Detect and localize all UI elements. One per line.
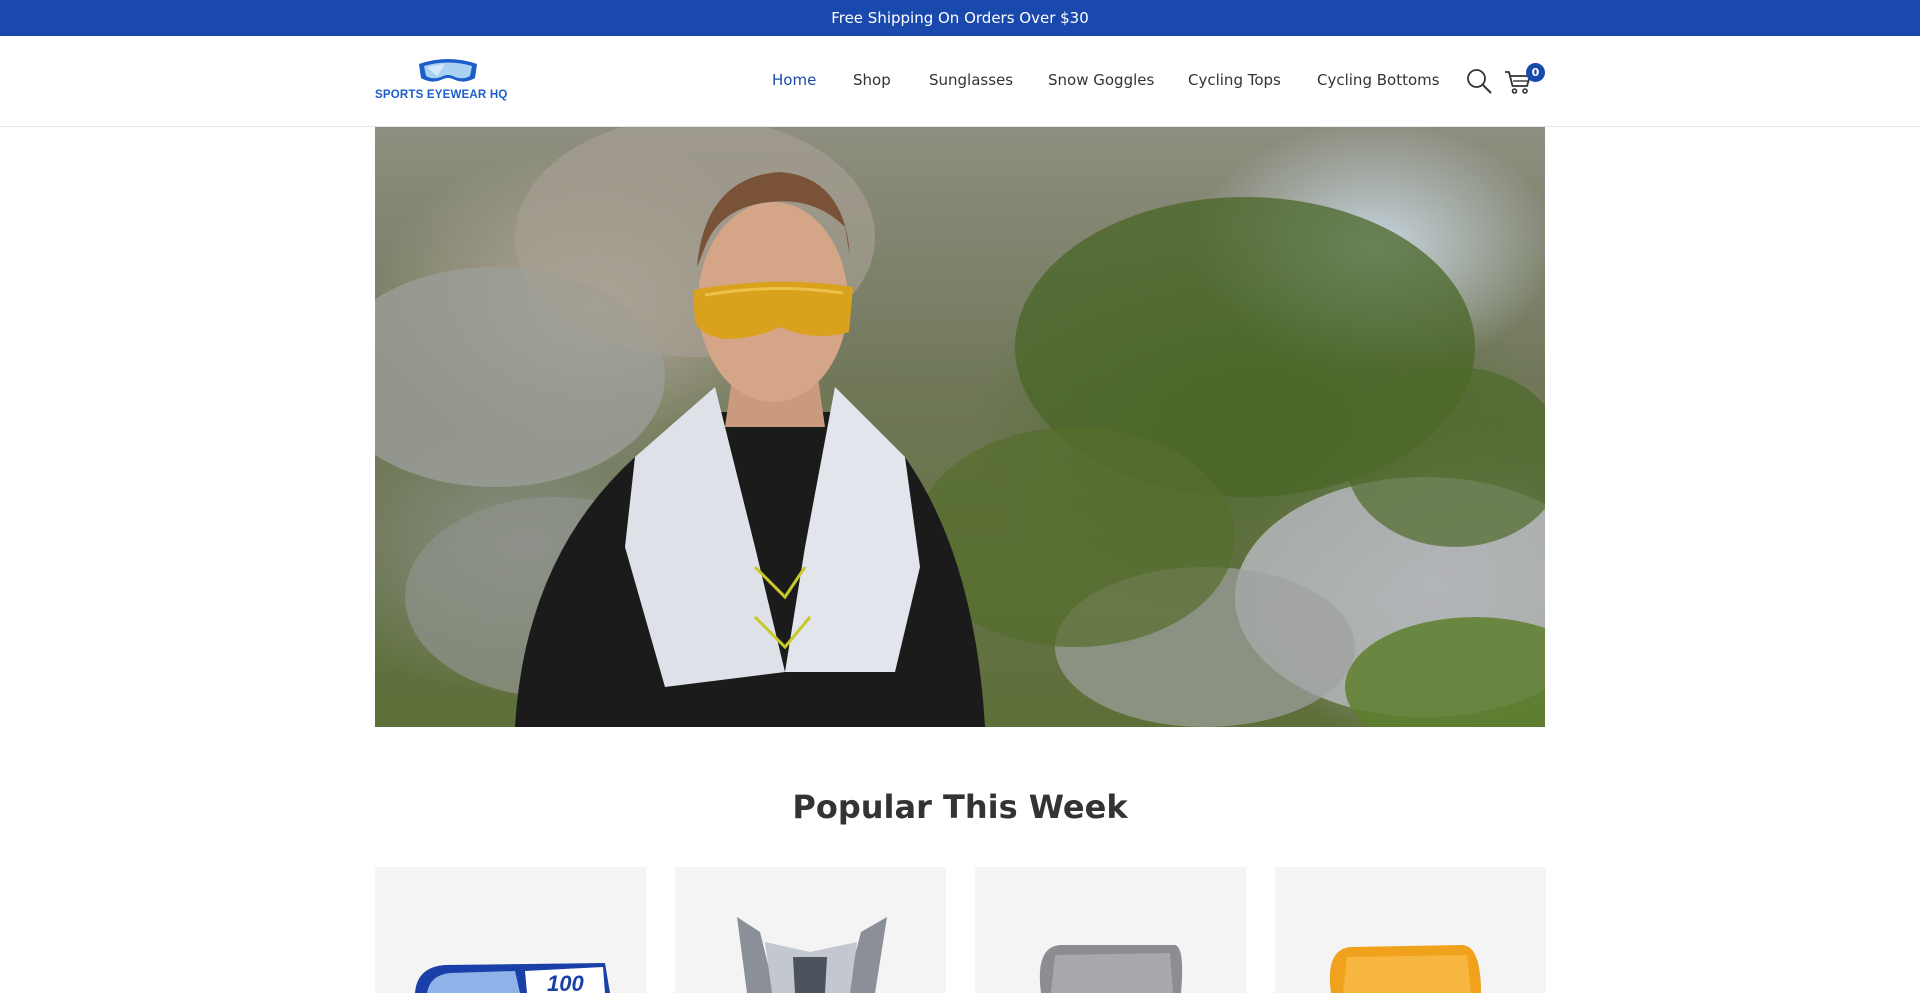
nav-snow-goggles[interactable]: Snow Goggles — [1048, 71, 1154, 89]
announcement-bar: Free Shipping On Orders Over $30 — [0, 0, 1920, 36]
product-card[interactable]: 100 — [375, 867, 646, 993]
smoke-replacement-lens-image — [1039, 945, 1183, 993]
grey-helmet-visor-image — [737, 917, 887, 993]
nav-cycling-tops[interactable]: Cycling Tops — [1188, 71, 1281, 89]
cart-count-badge: 0 — [1526, 63, 1545, 82]
goggles-logo-icon — [419, 59, 477, 82]
nav-sunglasses[interactable]: Sunglasses — [929, 71, 1013, 89]
brand-name: SPORTS EYEWEAR HQ — [375, 89, 508, 101]
product-card[interactable] — [1275, 867, 1546, 993]
site-header: SPORTS EYEWEAR HQ Home Shop Sunglasses S… — [0, 36, 1920, 127]
orange-replacement-lens-image — [1329, 945, 1481, 993]
announcement-text: Free Shipping On Orders Over $30 — [831, 9, 1089, 27]
nav-cycling-bottoms[interactable]: Cycling Bottoms — [1317, 71, 1440, 89]
product-card[interactable] — [975, 867, 1246, 993]
svg-text:100: 100 — [547, 971, 584, 993]
nav-shop[interactable]: Shop — [853, 71, 891, 89]
popular-section-title: Popular This Week — [792, 788, 1128, 826]
nav-home[interactable]: Home — [772, 71, 816, 89]
runner-with-sunglasses-photo — [375, 127, 1545, 727]
hero-banner[interactable] — [375, 127, 1545, 727]
brand-logo[interactable]: SPORTS EYEWEAR HQ — [375, 56, 520, 104]
blue-motocross-goggles-image: 100 — [415, 963, 610, 993]
search-icon[interactable] — [1466, 68, 1492, 94]
product-card[interactable] — [675, 867, 946, 993]
